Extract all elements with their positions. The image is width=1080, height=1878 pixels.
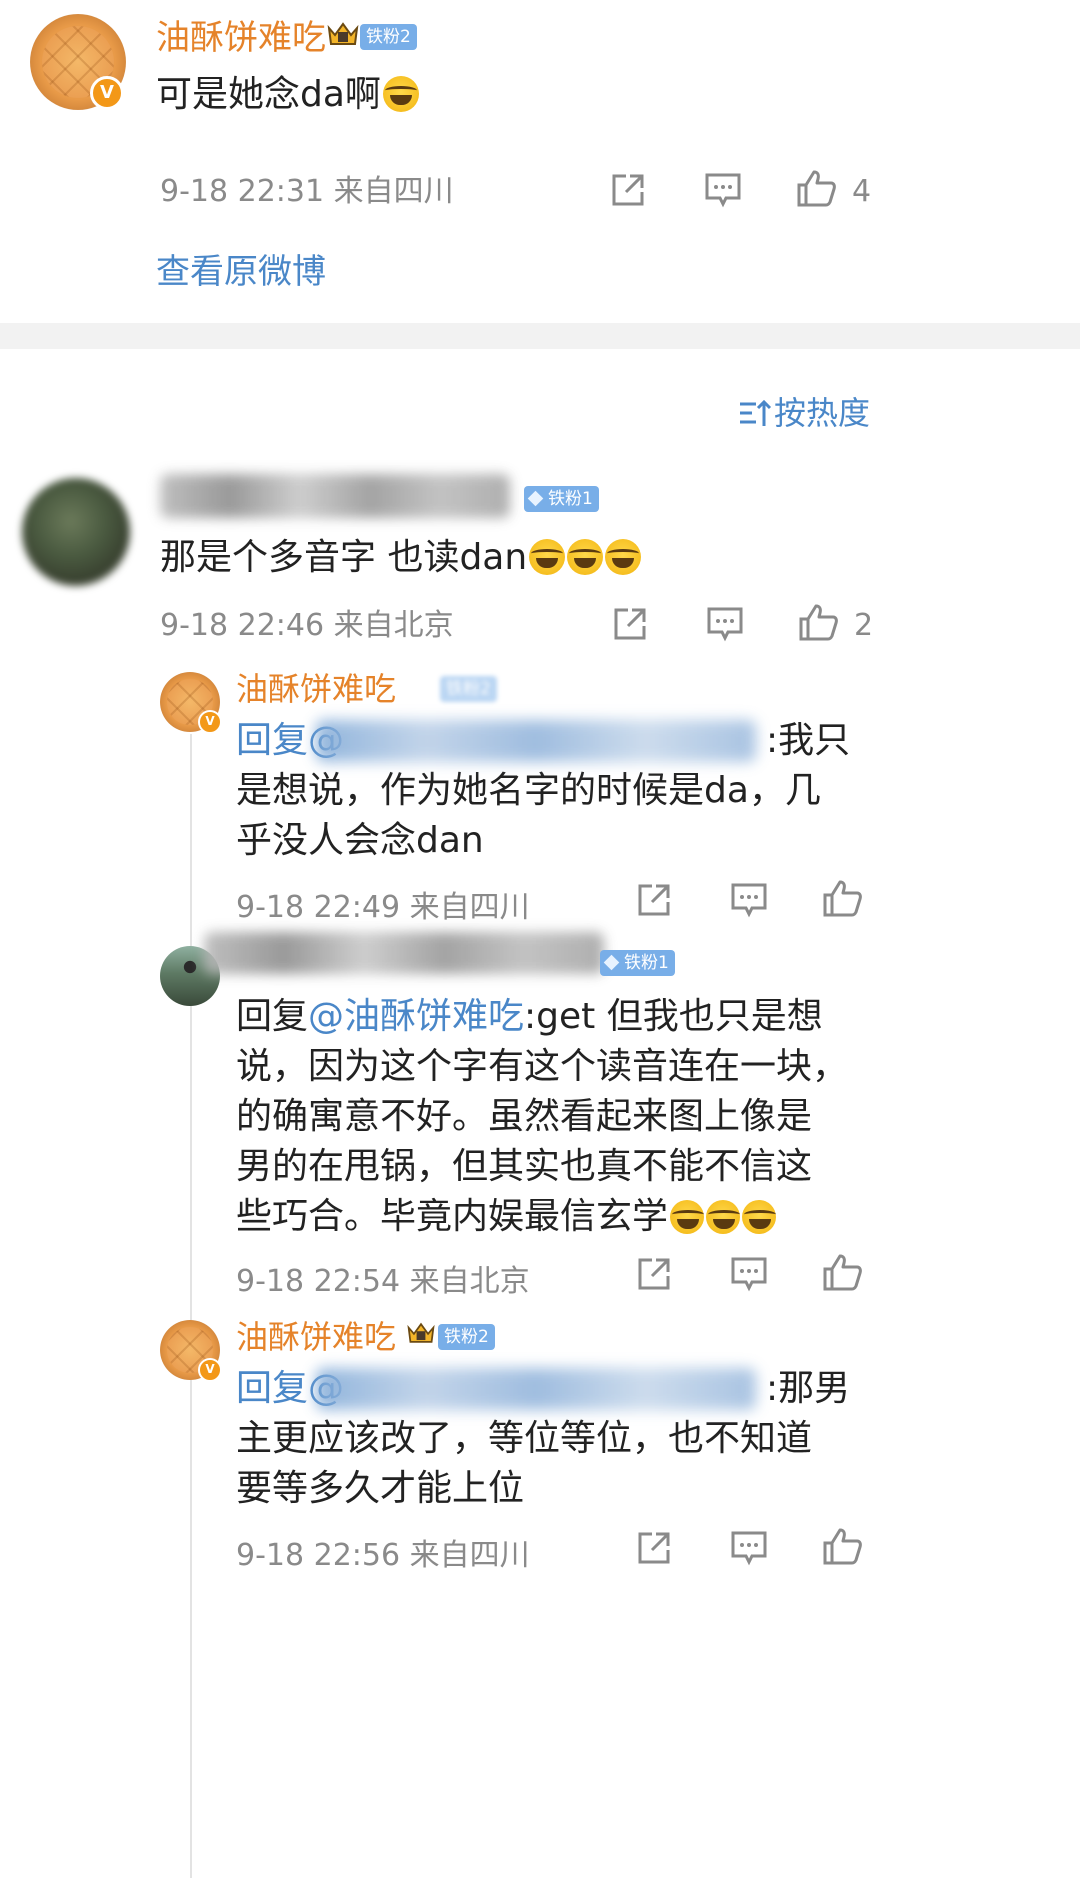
comment-text: 那是个多音字 也读dan — [160, 537, 528, 578]
like-icon[interactable] — [798, 602, 840, 642]
reply-content: 回复@ :我只 是想说，作为她名字的时候是da，几 乎没人会念dan — [236, 716, 876, 866]
reply-line: 说，因为这个字有这个读音连在一块， — [236, 1046, 849, 1087]
comment-icon[interactable] — [730, 882, 768, 918]
reply-text-start: :那男 — [766, 1368, 851, 1409]
share-icon[interactable] — [636, 882, 672, 918]
reply-text-start: :get 但我也只是想 — [524, 996, 823, 1037]
fan-badge: 铁粉2 — [360, 24, 417, 50]
diamond-icon — [603, 954, 620, 971]
reply-line: 回复@油酥饼难吃:get 但我也只是想 — [236, 992, 886, 1042]
reply-line: 是想说，作为她名字的时候是da，几 — [236, 770, 821, 811]
reply-timestamp: 9-18 22:56 来自四川 — [236, 1538, 530, 1573]
verified-badge: V — [198, 1358, 222, 1382]
comment-timestamp: 9-18 22:46 来自北京 — [160, 608, 454, 643]
reply-line: 乎没人会念dan — [236, 820, 484, 861]
like-icon[interactable] — [822, 878, 864, 918]
laugh-cry-emoji — [567, 539, 604, 575]
share-icon[interactable] — [636, 1530, 672, 1566]
reply-line: 回复@ :我只 — [236, 716, 876, 766]
thread-line — [190, 734, 192, 1878]
reply-content: 回复@油酥饼难吃:get 但我也只是想 说，因为这个字有这个读音连在一块， 的确… — [236, 992, 886, 1242]
laugh-cry-emoji — [605, 539, 642, 575]
diamond-icon — [527, 490, 544, 507]
view-original-link[interactable]: 查看原微博 — [156, 250, 326, 294]
comment-icon[interactable] — [730, 1530, 768, 1566]
comment-content: 那是个多音字 也读dan — [160, 534, 642, 582]
sort-button[interactable]: 按热度 — [774, 392, 870, 434]
reply-timestamp: 9-18 22:49 来自四川 — [236, 890, 530, 925]
like-icon[interactable] — [796, 168, 838, 208]
crown-icon — [327, 22, 359, 45]
reply-text-start: :我只 — [766, 720, 851, 761]
like-icon[interactable] — [822, 1526, 864, 1566]
fan-badge: 铁粉1 — [524, 486, 599, 512]
fan-badge-label: 铁粉1 — [548, 489, 593, 509]
username-blurred[interactable] — [204, 932, 604, 974]
laugh-cry-emoji — [529, 539, 566, 575]
laugh-cry-emoji — [382, 76, 419, 112]
laugh-cry-emoji — [706, 1200, 741, 1234]
like-count: 4 — [852, 174, 872, 209]
reply-timestamp: 9-18 22:54 来自北京 — [236, 1264, 530, 1299]
fan-badge: 铁粉1 — [600, 950, 675, 976]
reply-content: 回复@ :那男 主更应该改了，等位等位，也不知道 要等多久才能上位 — [236, 1364, 876, 1514]
reply-line: 些巧合。毕竟内娱最信玄学 — [236, 1192, 886, 1242]
reply-prefix: 回复 — [236, 996, 309, 1037]
verified-badge: V — [90, 76, 124, 110]
mention-blurred[interactable] — [316, 1368, 756, 1410]
section-divider — [0, 323, 1080, 349]
sort-icon[interactable] — [738, 398, 772, 428]
verified-badge: V — [198, 710, 222, 734]
comment-icon[interactable] — [730, 1256, 768, 1292]
like-count: 2 — [854, 608, 874, 643]
crown-icon — [407, 1322, 435, 1343]
username-blurred[interactable] — [160, 474, 510, 518]
like-icon[interactable] — [822, 1252, 864, 1292]
reply-line: 男的在甩锅，但其实也真不能不信这 — [236, 1146, 813, 1187]
reply-line: 主更应该改了，等位等位，也不知道 — [236, 1418, 813, 1459]
mention-blurred[interactable] — [316, 720, 756, 762]
fan-badge: 铁粉2 — [440, 676, 497, 702]
username[interactable]: 油酥饼难吃 — [236, 668, 396, 710]
username[interactable]: 油酥饼难吃 — [236, 1316, 396, 1358]
laugh-cry-emoji — [742, 1200, 777, 1234]
reply-line: 的确寓意不好。虽然看起来图上像是 — [236, 1096, 813, 1137]
post-timestamp: 9-18 22:31 来自四川 — [160, 174, 454, 209]
reply-line: 回复@ :那男 — [236, 1364, 876, 1414]
comment-icon[interactable] — [704, 172, 742, 208]
mention-link[interactable]: @油酥饼难吃 — [308, 996, 524, 1037]
laugh-cry-emoji — [670, 1200, 705, 1234]
post-content: 可是她念da啊 — [156, 70, 419, 120]
fan-badge-label: 铁粉1 — [624, 953, 669, 973]
reply-line: 要等多久才能上位 — [236, 1468, 525, 1509]
post-text: 可是她念da啊 — [156, 74, 381, 115]
avatar[interactable] — [22, 478, 130, 586]
share-icon[interactable] — [636, 1256, 672, 1292]
reply-text-end: 些巧合。毕竟内娱最信玄学 — [236, 1196, 669, 1237]
comment-icon[interactable] — [706, 606, 744, 642]
share-icon[interactable] — [610, 172, 646, 208]
username[interactable]: 油酥饼难吃 — [156, 16, 326, 60]
fan-badge: 铁粉2 — [438, 1324, 495, 1350]
share-icon[interactable] — [612, 606, 648, 642]
